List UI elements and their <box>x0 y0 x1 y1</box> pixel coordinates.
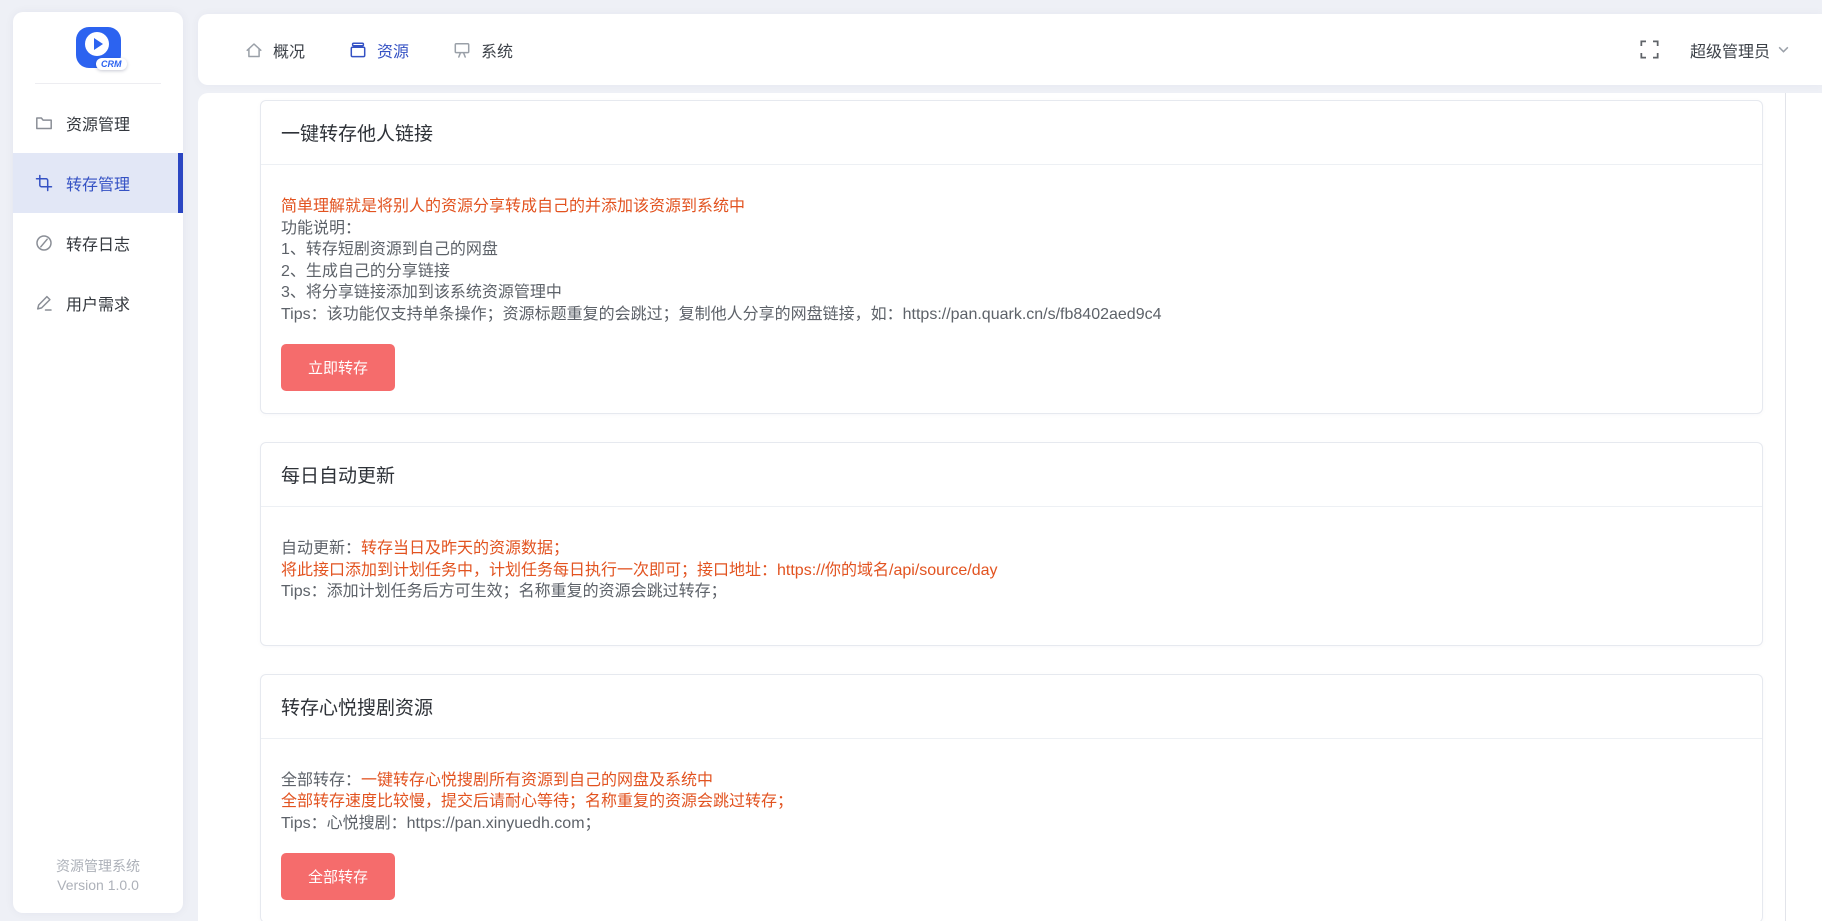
top-bar-right: 超级管理员 <box>1639 38 1822 62</box>
tab-label: 概况 <box>273 38 305 62</box>
archive-icon <box>349 41 367 59</box>
user-name: 超级管理员 <box>1690 38 1770 62</box>
sidebar-item-label: 转存日志 <box>66 231 130 255</box>
top-nav: 概况 资源 系统 <box>198 38 513 62</box>
text-line: 简单理解就是将别人的资源分享转成自己的并添加该资源到系统中 <box>281 196 1742 218</box>
text-line: 1、转存短剧资源到自己的网盘 <box>281 239 1742 261</box>
text-line: 将此接口添加到计划任务中，计划任务每日执行一次即可；接口地址：https://你… <box>281 560 1742 582</box>
sidebar-item-transfer-management[interactable]: 转存管理 <box>13 153 183 213</box>
tab-label: 系统 <box>481 38 513 62</box>
pen-icon <box>35 294 53 312</box>
text-line: Tips：添加计划任务后方可生效；名称重复的资源会跳过转存； <box>281 581 1742 603</box>
card-body-text: 自动更新：转存当日及昨天的资源数据；将此接口添加到计划任务中，计划任务每日执行一… <box>281 538 1742 603</box>
version-label: Version 1.0.0 <box>13 876 183 895</box>
card-body-text: 全部转存：一键转存心悦搜剧所有资源到自己的网盘及系统中全部转存速度比较慢，提交后… <box>281 770 1742 835</box>
sidebar-item-label: 资源管理 <box>66 111 130 135</box>
logo-text: CRM <box>96 58 127 70</box>
folder-icon <box>35 114 53 132</box>
card-title: 每日自动更新 <box>261 443 1762 507</box>
card-title: 一键转存他人链接 <box>261 101 1762 165</box>
text-line: 全部转存：一键转存心悦搜剧所有资源到自己的网盘及系统中 <box>281 770 1742 792</box>
text-line: 2、生成自己的分享链接 <box>281 261 1742 283</box>
text-line: 自动更新：转存当日及昨天的资源数据； <box>281 538 1742 560</box>
compass-icon <box>35 234 53 252</box>
sidebar-item-label: 转存管理 <box>66 171 130 195</box>
card-body-text: 简单理解就是将别人的资源分享转成自己的并添加该资源到系统中功能说明：1、转存短剧… <box>281 196 1742 325</box>
top-bar: 概况 资源 系统 超级管理员 <box>198 14 1822 85</box>
sidebar-footer: 资源管理系统 Version 1.0.0 <box>13 857 183 913</box>
home-icon <box>245 41 263 59</box>
crop-icon <box>35 174 53 192</box>
app-logo: CRM <box>13 12 183 83</box>
board-icon <box>453 41 471 59</box>
play-icon <box>94 38 103 50</box>
card-xinyue-transfer: 转存心悦搜剧资源 全部转存：一键转存心悦搜剧所有资源到自己的网盘及系统中全部转存… <box>260 674 1763 921</box>
system-name: 资源管理系统 <box>13 857 183 876</box>
transfer-all-button[interactable]: 全部转存 <box>281 853 395 900</box>
sidebar-item-label: 用户需求 <box>66 291 130 315</box>
main-panel: 一键转存他人链接 简单理解就是将别人的资源分享转成自己的并添加该资源到系统中功能… <box>198 93 1822 921</box>
text-line: Tips：该功能仅支持单条操作；资源标题重复的会跳过；复制他人分享的网盘链接，如… <box>281 304 1742 326</box>
logo-play-circle <box>85 32 109 56</box>
tab-overview[interactable]: 概况 <box>245 38 305 62</box>
content-area: 一键转存他人链接 简单理解就是将别人的资源分享转成自己的并添加该资源到系统中功能… <box>198 93 1822 921</box>
scrollbar-rail <box>1785 93 1786 921</box>
text-line: Tips：心悦搜剧：https://pan.xinyuedh.com； <box>281 813 1742 835</box>
user-menu[interactable]: 超级管理员 <box>1690 38 1790 62</box>
sidebar-item-user-needs[interactable]: 用户需求 <box>13 273 183 333</box>
sidebar-item-transfer-logs[interactable]: 转存日志 <box>13 213 183 273</box>
card-daily-auto-update: 每日自动更新 自动更新：转存当日及昨天的资源数据；将此接口添加到计划任务中，计划… <box>260 442 1763 646</box>
card-title: 转存心悦搜剧资源 <box>261 675 1762 739</box>
tab-resources[interactable]: 资源 <box>349 38 409 62</box>
text-line: 全部转存速度比较慢，提交后请耐心等待；名称重复的资源会跳过转存； <box>281 791 1742 813</box>
sidebar: CRM 资源管理 转存管理 转存日志 用户需求 资源管理系统 Version 1… <box>13 12 183 913</box>
tab-label: 资源 <box>377 38 409 62</box>
transfer-now-button[interactable]: 立即转存 <box>281 344 395 391</box>
sidebar-menu: 资源管理 转存管理 转存日志 用户需求 <box>13 84 183 333</box>
chevron-down-icon <box>1777 43 1790 56</box>
text-line: 功能说明： <box>281 218 1742 240</box>
tab-system[interactable]: 系统 <box>453 38 513 62</box>
fullscreen-icon[interactable] <box>1639 39 1660 60</box>
text-line: 3、将分享链接添加到该系统资源管理中 <box>281 282 1742 304</box>
card-one-key-transfer: 一键转存他人链接 简单理解就是将别人的资源分享转成自己的并添加该资源到系统中功能… <box>260 100 1763 414</box>
crm-logo-icon: CRM <box>76 27 121 68</box>
sidebar-item-resource-management[interactable]: 资源管理 <box>13 93 183 153</box>
